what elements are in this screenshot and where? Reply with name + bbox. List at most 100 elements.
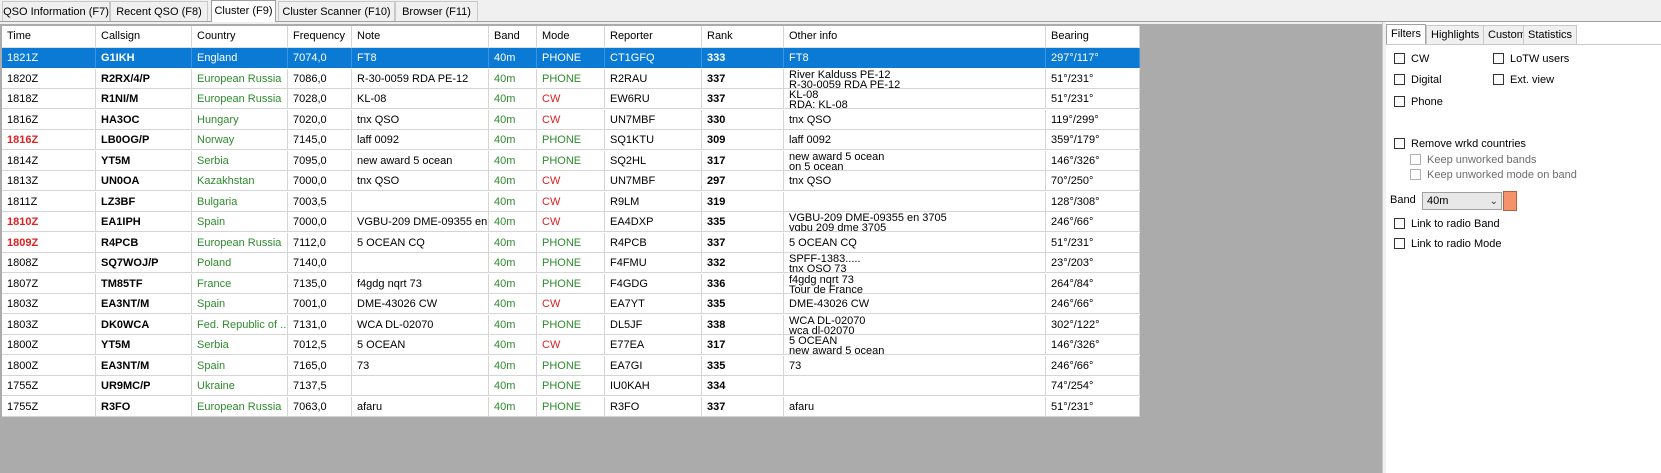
- cell-country: Spain: [192, 212, 288, 232]
- cell-bearing: 74°/254°: [1046, 376, 1140, 396]
- table-row[interactable]: 1800Z EA3NT/M Spain 7165,0 73 40m PHONE EA7GI 33…: [2, 355, 1140, 376]
- table-row[interactable]: 1816Z LB0OG/P Norway 7145,0 laff 0092 40m PHON…: [2, 130, 1140, 151]
- band-color-swatch[interactable]: [1503, 191, 1517, 211]
- cell-reporter: UN7MBF: [605, 171, 702, 191]
- cell-bearing: 23°/203°: [1046, 253, 1140, 273]
- cell-frequency: 7020,0: [288, 109, 352, 130]
- cell-bearing: 70°/250°: [1046, 171, 1140, 191]
- cell-rank: 317: [702, 335, 784, 355]
- table-row[interactable]: 1807Z TM85TF France 7135,0 f4gdg nqrt 73 40m P…: [2, 273, 1140, 294]
- table-row[interactable]: 1813Z UN0OA Kazakhstan 7000,0 tnx QSO 40m CW UN…: [2, 171, 1140, 192]
- table-row[interactable]: 1800Z YT5M Serbia 7012,5 5 OCEAN 40m CW E77EA 31…: [2, 335, 1140, 356]
- cell-callsign: EA3NT/M: [96, 355, 192, 376]
- column-header-other[interactable]: Other info: [784, 26, 1046, 47]
- tab-recent-qso[interactable]: Recent QSO (F8): [110, 1, 208, 21]
- cell-bearing: 246°/66°: [1046, 294, 1140, 314]
- cell-reporter: F4GDG: [605, 273, 702, 294]
- cell-time: 1809Z: [2, 232, 96, 253]
- table-row[interactable]: 1820Z R2RX/4/P European Russia 7086,0 R-30-0…: [2, 68, 1140, 89]
- tab-highlights[interactable]: Highlights: [1426, 25, 1485, 44]
- cell-time: 1755Z: [2, 396, 96, 417]
- column-header-time[interactable]: Time: [2, 26, 96, 47]
- cell-time: 1800Z: [2, 335, 96, 355]
- column-header-frequency[interactable]: Frequency: [288, 26, 352, 47]
- link-radio-mode-checkbox-box[interactable]: [1394, 238, 1405, 249]
- cell-rank: 338: [702, 314, 784, 335]
- cell-frequency: 7145,0: [288, 130, 352, 150]
- keep-unworked-bands-checkbox-box[interactable]: [1410, 154, 1421, 165]
- tab-cluster-scanner[interactable]: Cluster Scanner (F10): [278, 1, 395, 21]
- column-header-reporter[interactable]: Reporter: [605, 26, 702, 47]
- cell-time: 1816Z: [2, 109, 96, 130]
- filter-panel-tabs: Filters Highlights Custom Statistics: [1386, 24, 1661, 44]
- table-row[interactable]: 1808Z SQ7WOJ/P Poland 7140,0 40m PHONE F4FMU 33…: [2, 253, 1140, 274]
- table-row[interactable]: 1803Z EA3NT/M Spain 7001,0 DME-43026 CW 40m CW…: [2, 294, 1140, 315]
- cell-band: 40m: [489, 48, 537, 68]
- cell-time: 1813Z: [2, 171, 96, 191]
- table-row[interactable]: 1810Z EA1IPH Spain 7000,0 VGBU-209 DME-09355…: [2, 212, 1140, 233]
- band-select[interactable]: 40m ⌄: [1422, 192, 1502, 210]
- column-header-country[interactable]: Country: [192, 26, 288, 47]
- cell-band: 40m: [489, 294, 537, 314]
- column-header-rank[interactable]: Rank: [702, 26, 784, 47]
- cluster-spots-grid[interactable]: Time Callsign Country Frequency Note Band Mode…: [2, 26, 1140, 417]
- tab-qso-information[interactable]: QSO Information (F7): [2, 1, 110, 21]
- table-row[interactable]: 1755Z R3FO European Russia 7063,0 afaru 40m PH…: [2, 396, 1140, 417]
- ext-view-checkbox-box[interactable]: [1493, 74, 1504, 85]
- table-row[interactable]: 1803Z DK0WCA Fed. Republic of ... 7131,0 WCA…: [2, 314, 1140, 335]
- cell-other-info: 5 OCEAN CQ: [784, 232, 1046, 253]
- table-row[interactable]: 1816Z HA3OC Hungary 7020,0 tnx QSO 40m CW UN7MB…: [2, 109, 1140, 130]
- table-row[interactable]: 1809Z R4PCB European Russia 7112,0 5 OCEAN C…: [2, 232, 1140, 253]
- tab-browser[interactable]: Browser (F11): [395, 1, 478, 21]
- cell-rank: 309: [702, 130, 784, 150]
- cell-other-info: WCA DL-02070 wca dl-02070: [784, 314, 1046, 335]
- chevron-down-icon[interactable]: ⌄: [1490, 194, 1498, 210]
- cell-callsign: HA3OC: [96, 109, 192, 130]
- cell-other-info: f4gdg nqrt 73 Tour de France: [784, 273, 1046, 294]
- cell-mode: PHONE: [537, 130, 605, 150]
- table-row[interactable]: 1814Z YT5M Serbia 7095,0 new award 5 ocean 40…: [2, 150, 1140, 171]
- keep-unworked-mode-checkbox-box[interactable]: [1410, 169, 1421, 180]
- column-header-mode[interactable]: Mode: [537, 26, 605, 47]
- table-row[interactable]: 1818Z R1NI/M European Russia 7028,0 KL-08 40m…: [2, 89, 1140, 110]
- cell-bearing: 119°/299°: [1046, 109, 1140, 130]
- cell-frequency: 7131,0: [288, 314, 352, 335]
- cell-country: France: [192, 273, 288, 294]
- cell-frequency: 7000,0: [288, 212, 352, 232]
- cell-country: European Russia: [192, 396, 288, 417]
- filter-panel: Filters Highlights Custom Statistics CW …: [1386, 22, 1661, 473]
- digital-checkbox-box[interactable]: [1394, 74, 1405, 85]
- column-header-callsign[interactable]: Callsign: [96, 26, 192, 47]
- cell-reporter: SQ1KTU: [605, 130, 702, 150]
- column-header-bearing[interactable]: Bearing: [1046, 26, 1140, 47]
- cell-rank: 335: [702, 294, 784, 314]
- cell-country: European Russia: [192, 89, 288, 109]
- table-row[interactable]: 1811Z LZ3BF Bulgaria 7003,5 40m CW R9LM 319 128°…: [2, 191, 1140, 212]
- cell-band: 40m: [489, 253, 537, 273]
- cell-callsign: YT5M: [96, 335, 192, 355]
- column-header-note[interactable]: Note: [352, 26, 489, 47]
- cw-checkbox-box[interactable]: [1394, 53, 1405, 64]
- phone-checkbox-box[interactable]: [1394, 96, 1405, 107]
- cell-note: tnx QSO: [352, 171, 489, 191]
- cell-country: Ukraine: [192, 376, 288, 396]
- tab-cluster[interactable]: Cluster (F9): [211, 0, 276, 22]
- cell-other-info: 5 OCEAN new award 5 ocean: [784, 335, 1046, 355]
- cell-other-info: [784, 191, 1046, 212]
- column-header-band[interactable]: Band: [489, 26, 537, 47]
- cell-note: new award 5 ocean: [352, 150, 489, 171]
- tab-statistics[interactable]: Statistics: [1523, 25, 1578, 44]
- cell-country: Spain: [192, 294, 288, 314]
- cell-band: 40m: [489, 150, 537, 171]
- cell-callsign: SQ7WOJ/P: [96, 253, 192, 273]
- cell-note: laff 0092: [352, 130, 489, 150]
- cell-other-info: River Kalduss PE-12 R-30-0059 RDA PE-12: [784, 68, 1046, 89]
- table-row[interactable]: 1821Z G1IKH England 7074,0 FT8 40m PHONE CT1GFQ…: [2, 48, 1140, 69]
- lotw-users-checkbox-box[interactable]: [1493, 53, 1504, 64]
- cell-note: afaru: [352, 396, 489, 417]
- link-radio-band-checkbox-box[interactable]: [1394, 218, 1405, 229]
- table-row[interactable]: 1755Z UR9MC/P Ukraine 7137,5 40m PHONE IU0KAH 3…: [2, 376, 1140, 397]
- cell-time: 1808Z: [2, 253, 96, 273]
- tab-filters[interactable]: Filters: [1386, 24, 1426, 44]
- remove-worked-countries-checkbox-box[interactable]: [1394, 138, 1405, 149]
